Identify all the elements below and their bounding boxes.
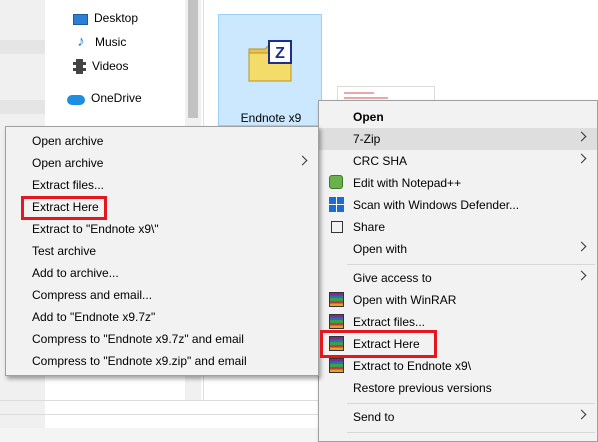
winzip-archive-icon: Z <box>248 40 292 82</box>
nav-item-label: Desktop <box>94 11 139 25</box>
music-icon: ♪ <box>77 33 85 50</box>
menu-item-extract-to[interactable]: Extract to Endnote x9\ <box>319 355 597 377</box>
menu-separator <box>347 403 595 404</box>
chevron-right-icon <box>297 155 308 166</box>
submenu-item-compress-zip-email[interactable]: Compress to "Endnote x9.zip" and email <box>6 350 318 372</box>
winrar-icon <box>329 292 345 308</box>
menu-item-give-access[interactable]: Give access to <box>319 267 597 289</box>
nav-item-label: OneDrive <box>91 91 142 105</box>
menu-item-crc-sha[interactable]: CRC SHA <box>319 150 597 172</box>
menu-item-restore-versions[interactable]: Restore previous versions <box>319 377 597 399</box>
nav-item-onedrive[interactable]: OneDrive <box>67 88 142 108</box>
selected-file-endnote-x9[interactable]: Z Endnote x9 <box>218 14 322 126</box>
chevron-right-icon <box>576 241 587 252</box>
chevron-right-icon <box>576 270 587 281</box>
nav-item-desktop[interactable]: Desktop <box>73 8 138 28</box>
submenu-item-compress-email[interactable]: Compress and email... <box>6 284 318 306</box>
chevron-right-icon <box>576 131 587 142</box>
file-name-label: Endnote x9 <box>240 111 302 125</box>
svg-text:Z: Z <box>275 45 285 62</box>
7zip-submenu: Open archive Open archive Extract files.… <box>5 126 319 376</box>
chevron-right-icon <box>576 153 587 164</box>
desktop-icon <box>73 13 88 25</box>
menu-item-open-winrar[interactable]: Open with WinRAR <box>319 289 597 311</box>
windows-defender-icon <box>329 197 345 213</box>
submenu-item-add-to-7z[interactable]: Add to "Endnote x9.7z" <box>6 306 318 328</box>
submenu-item-test-archive[interactable]: Test archive <box>6 240 318 262</box>
submenu-item-extract-to[interactable]: Extract to "Endnote x9\" <box>6 218 318 240</box>
share-icon <box>329 219 345 235</box>
extract-here-highlight-box <box>320 330 437 358</box>
menu-item-7zip[interactable]: 7-Zip <box>319 128 597 150</box>
winrar-icon <box>329 358 345 374</box>
notepadpp-icon <box>329 175 345 191</box>
menu-separator <box>347 264 595 265</box>
submenu-item-extract-files[interactable]: Extract files... <box>6 174 318 196</box>
nav-item-music[interactable]: ♪ Music <box>73 32 126 52</box>
winrar-icon <box>329 314 345 330</box>
submenu-item-add-to-archive[interactable]: Add to archive... <box>6 262 318 284</box>
scrollbar-thumb[interactable] <box>188 0 198 118</box>
menu-item-open[interactable]: Open <box>319 106 597 128</box>
submenu-item-compress-7z-email[interactable]: Compress to "Endnote x9.7z" and email <box>6 328 318 350</box>
nav-item-label: Videos <box>92 59 129 73</box>
menu-item-edit-notepadpp[interactable]: Edit with Notepad++ <box>319 172 597 194</box>
chevron-right-icon <box>576 409 587 420</box>
menu-item-open-with[interactable]: Open with <box>319 238 597 260</box>
menu-item-share[interactable]: Share <box>319 216 597 238</box>
extract-here-highlight-box <box>21 196 107 220</box>
videos-icon <box>73 58 86 74</box>
submenu-item-open-archive[interactable]: Open archive <box>6 130 318 152</box>
submenu-item-open-archive-more[interactable]: Open archive <box>6 152 318 174</box>
nav-item-videos[interactable]: Videos <box>73 56 128 76</box>
menu-item-scan-defender[interactable]: Scan with Windows Defender... <box>319 194 597 216</box>
menu-item-send-to[interactable]: Send to <box>319 406 597 428</box>
menu-separator <box>347 432 595 433</box>
context-menu: Open 7-Zip CRC SHA Edit with Notepad++ S… <box>318 100 598 442</box>
onedrive-icon <box>67 94 85 105</box>
nav-item-label: Music <box>95 35 127 49</box>
